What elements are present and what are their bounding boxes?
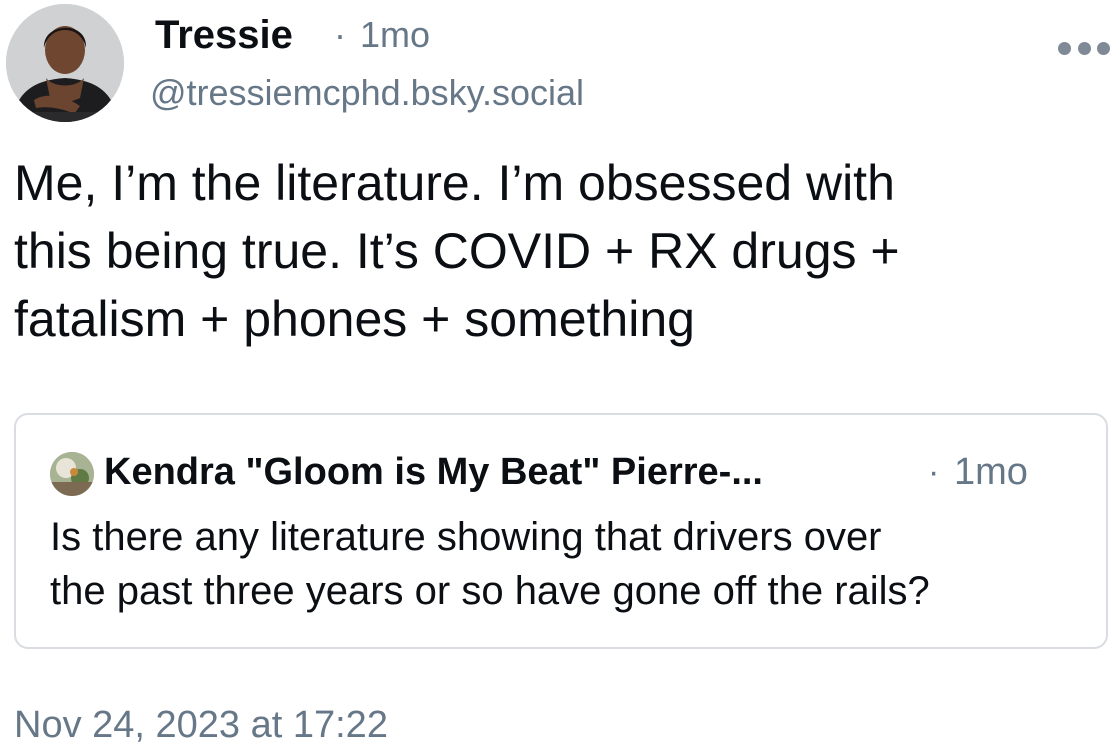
post-text-line: fatalism + phones + something	[14, 291, 695, 347]
post-text-line: this being true. It’s COVID + RX drugs +	[14, 223, 900, 279]
ellipsis-icon	[1058, 41, 1071, 55]
quoted-author-avatar	[50, 452, 94, 496]
quoted-text-line: the past three years or so have gone off…	[50, 569, 930, 613]
quoted-text-line: Is there any literature showing that dri…	[50, 515, 882, 559]
quoted-author-name: Kendra "Gloom is My Beat" Pierre-...	[104, 451, 763, 493]
author-handle[interactable]: @tressiemcphd.bsky.social	[150, 70, 584, 116]
author-avatar[interactable]	[6, 4, 124, 122]
ellipsis-icon	[1077, 41, 1091, 55]
quote-meta-separator: ·	[928, 453, 940, 491]
quoted-post-text: Is there any literature showing that dri…	[50, 510, 1100, 618]
more-options-button[interactable]	[1058, 30, 1110, 66]
ellipsis-icon	[1097, 41, 1110, 55]
quoted-post-relative-time: 1mo	[954, 451, 1028, 493]
profile-photo-icon	[6, 4, 124, 122]
meta-separator: ·	[334, 14, 346, 55]
post-text-line: Me, I’m the literature. I’m obsessed wit…	[14, 155, 895, 211]
quoted-post-card[interactable]: Kendra "Gloom is My Beat" Pierre-... · 1…	[14, 413, 1108, 649]
author-display-name[interactable]: Tressie	[155, 12, 293, 58]
post-text: Me, I’m the literature. I’m obsessed wit…	[14, 149, 1094, 353]
post-relative-time: 1mo	[360, 14, 431, 55]
profile-photo-icon	[50, 452, 94, 496]
post-timestamp: Nov 24, 2023 at 17:22	[14, 704, 388, 746]
